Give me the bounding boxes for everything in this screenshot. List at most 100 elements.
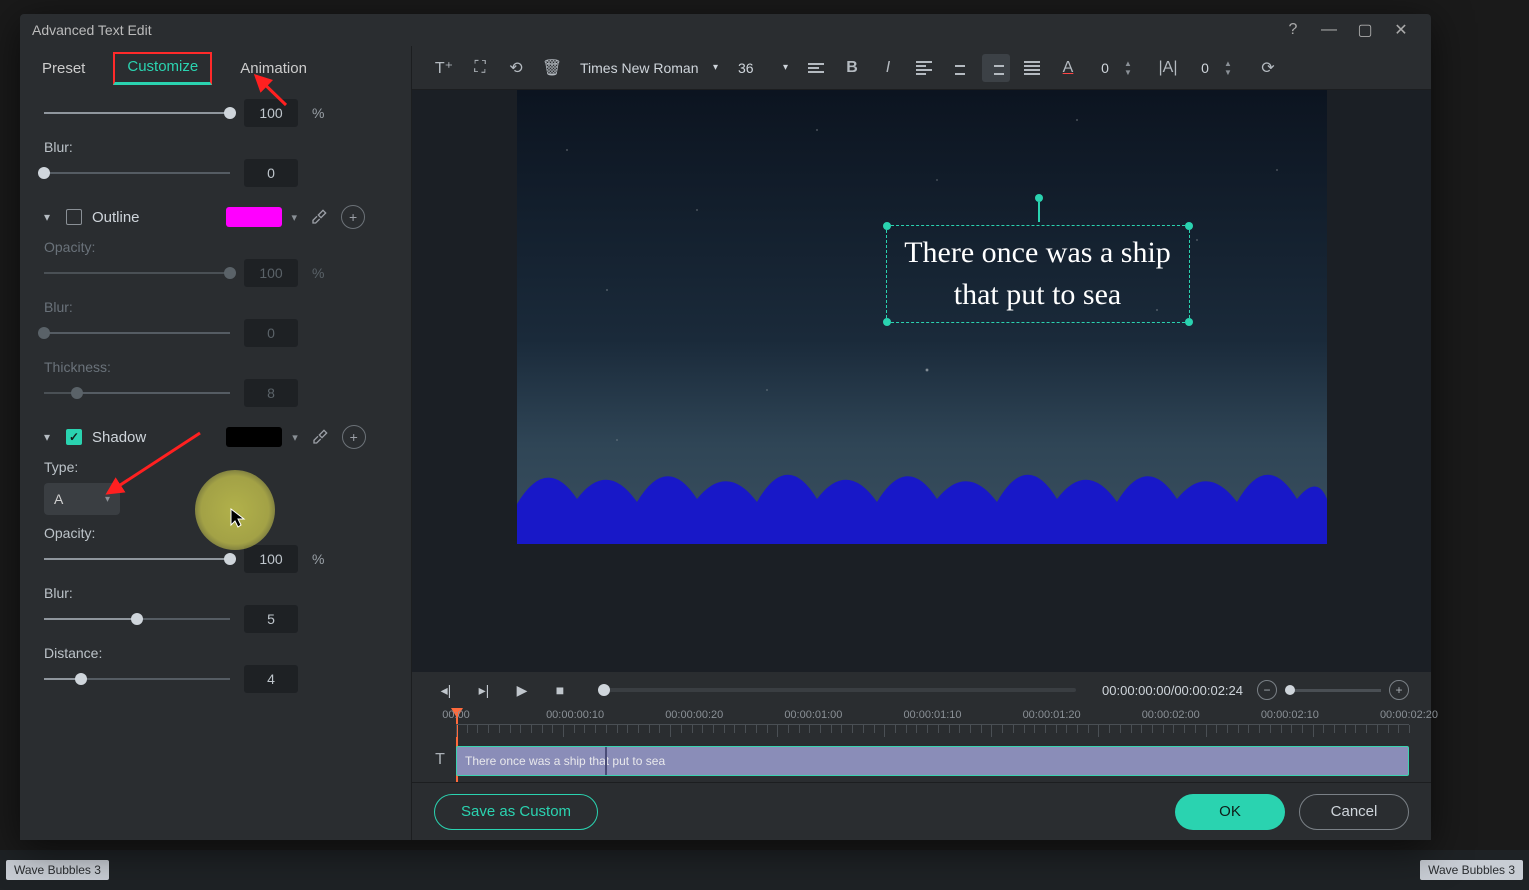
outline-thickness-label: Thickness: [44,359,387,375]
fill-blur-slider[interactable] [44,165,230,181]
shadow-opacity-unit: % [312,551,332,567]
outline-add-button[interactable]: + [341,205,365,229]
outline-opacity-unit: % [312,265,332,281]
align-justify-button[interactable] [1018,54,1046,82]
replace-icon[interactable]: ⟲ [502,54,530,82]
tab-animation[interactable]: Animation [236,52,311,85]
handle-bottom-right[interactable] [1185,318,1193,326]
shadow-type-select[interactable]: A ▾ [44,483,120,515]
tab-customize[interactable]: Customize [113,52,212,85]
shadow-add-button[interactable]: + [342,425,366,449]
help-button[interactable]: ? [1275,18,1311,42]
bold-button[interactable]: B [838,54,866,82]
outline-opacity-slider[interactable] [44,265,230,281]
zoom-in-button[interactable]: + [1389,680,1409,700]
outline-section-label: Outline [92,209,140,226]
shadow-type-value: A [54,491,63,507]
font-select[interactable]: Times New Roman ▾ [574,53,724,83]
text-track-icon: T [426,746,454,774]
shadow-blur-label: Blur: [44,585,387,601]
italic-button[interactable]: I [874,54,902,82]
outline-blur-value[interactable]: 0 [244,319,298,347]
shadow-color-caret[interactable]: ▾ [292,431,298,444]
font-size-select[interactable]: 36 ▾ [732,53,794,83]
char-spacing-stepper[interactable]: 0 ▲▼ [1090,59,1146,77]
outline-color-caret[interactable]: ▾ [292,211,298,224]
minimize-button[interactable]: — [1311,18,1347,42]
shadow-distance-label: Distance: [44,645,387,661]
fill-opacity-value[interactable]: 100 [244,99,298,127]
ruler-label: 00:00 [442,709,470,721]
cancel-button[interactable]: Cancel [1299,794,1409,830]
shadow-eyedropper-icon[interactable] [308,425,332,449]
line-spacing-icon[interactable]: |A| [1154,54,1182,82]
shadow-opacity-label: Opacity: [44,525,387,541]
prev-frame-button[interactable]: ◂| [434,678,458,702]
shadow-collapse-caret[interactable]: ▾ [44,430,56,444]
align-right-button[interactable] [982,54,1010,82]
shadow-distance-value[interactable]: 4 [244,665,298,693]
timeline-text-clip[interactable]: There once was a ship that put to sea [456,746,1409,776]
play-button[interactable]: ▶ [510,678,534,702]
maximize-button[interactable]: ▢ [1347,18,1383,42]
clip-label: There once was a ship that put to sea [465,754,665,768]
outline-blur-slider[interactable] [44,325,230,341]
zoom-slider[interactable] [1285,689,1381,692]
shadow-type-label: Type: [44,459,387,475]
ok-button[interactable]: OK [1175,794,1285,830]
ruler-label: 00:00:02:20 [1380,709,1438,721]
shadow-color-swatch[interactable] [226,427,282,447]
ruler-label: 00:00:02:00 [1142,709,1200,721]
fill-opacity-unit: % [312,105,332,121]
tab-preset[interactable]: Preset [38,52,89,85]
outline-collapse-caret[interactable]: ▾ [44,210,56,224]
outline-thickness-value[interactable]: 8 [244,379,298,407]
shadow-blur-value[interactable]: 5 [244,605,298,633]
dialog-title: Advanced Text Edit [32,22,152,38]
line-spacing-value: 0 [1190,60,1220,76]
line-spacing-stepper[interactable]: 0 ▲▼ [1190,59,1246,77]
rotate-handle[interactable] [1038,202,1040,222]
preview-canvas[interactable]: There once was a ship that put to sea [517,90,1327,544]
play-pause-button[interactable]: ▸| [472,678,496,702]
text-bounding-box[interactable]: There once was a ship that put to sea [886,225,1190,323]
ruler-label: 00:00:01:20 [1023,709,1081,721]
fill-blur-value[interactable]: 0 [244,159,298,187]
delete-icon[interactable]: 🗑 [538,54,566,82]
text-color-button[interactable]: A [1054,54,1082,82]
align-center-button[interactable] [946,54,974,82]
ruler-label: 00:00:01:00 [784,709,842,721]
save-as-custom-button[interactable]: Save as Custom [434,794,598,830]
stop-button[interactable]: ■ [548,678,572,702]
outline-eyedropper-icon[interactable] [307,205,331,229]
ruler-label: 00:00:01:10 [903,709,961,721]
outline-checkbox[interactable] [66,209,82,225]
add-text-icon[interactable]: T⁺ [430,54,458,82]
ruler-label: 00:00:00:20 [665,709,723,721]
shadow-blur-slider[interactable] [44,611,230,627]
shadow-distance-slider[interactable] [44,671,230,687]
handle-bottom-left[interactable] [883,318,891,326]
shadow-opacity-value[interactable]: 100 [244,545,298,573]
align-vertical-icon[interactable] [802,54,830,82]
shadow-checkbox[interactable] [66,429,82,445]
fit-icon[interactable]: ⛶ [466,54,494,82]
handle-top-left[interactable] [883,222,891,230]
shadow-section-label: Shadow [92,429,146,446]
close-button[interactable]: ✕ [1383,18,1419,42]
font-name: Times New Roman [580,60,699,76]
outline-thickness-slider[interactable] [44,385,230,401]
zoom-out-button[interactable]: − [1257,680,1277,700]
handle-top-right[interactable] [1185,222,1193,230]
shadow-opacity-slider[interactable] [44,551,230,567]
outline-color-swatch[interactable] [226,207,282,227]
preview-text[interactable]: There once was a ship that put to sea [891,232,1185,316]
timeline-ruler[interactable]: 00:0000:00:00:1000:00:00:2000:00:01:0000… [412,708,1431,746]
scrub-bar[interactable] [598,688,1076,692]
align-left-button[interactable] [910,54,938,82]
outline-opacity-label: Opacity: [44,239,387,255]
font-size-value: 36 [738,60,754,76]
outline-opacity-value[interactable]: 100 [244,259,298,287]
fill-opacity-slider[interactable] [44,105,230,121]
reset-icon[interactable]: ⟳ [1254,54,1282,82]
